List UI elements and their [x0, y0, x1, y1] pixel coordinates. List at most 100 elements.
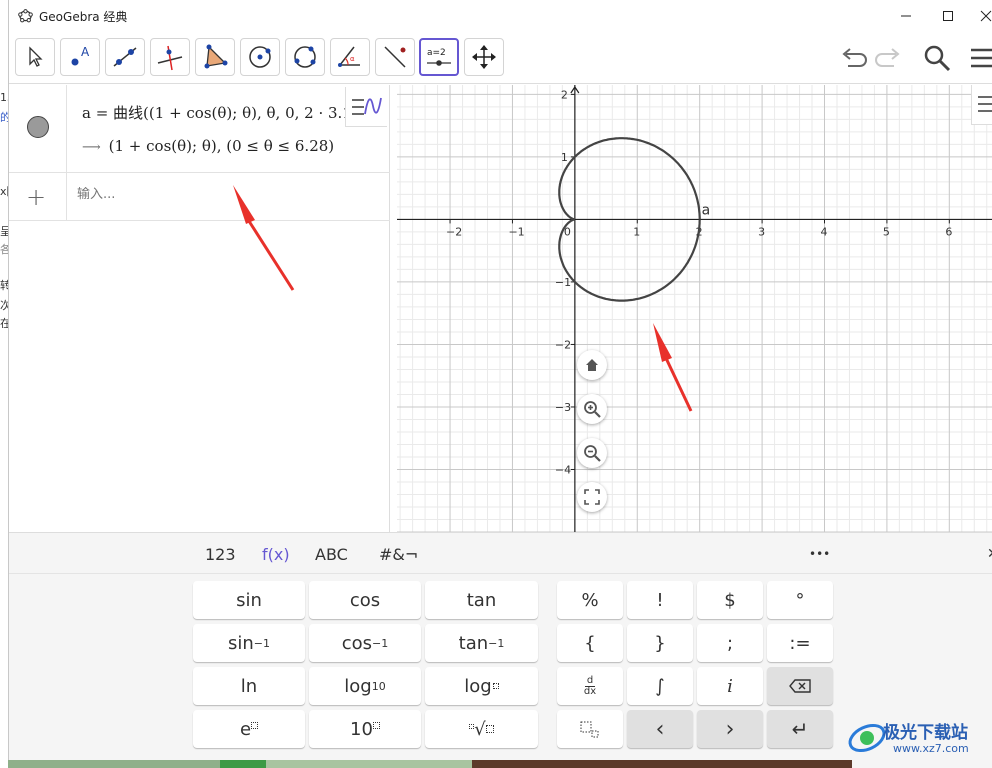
key-subscript[interactable]	[557, 710, 623, 748]
line-tool-button[interactable]	[105, 38, 145, 76]
reflect-tool-button[interactable]	[375, 38, 415, 76]
key-tan[interactable]: tan	[425, 581, 538, 619]
algebra-view: a = 曲线((1 + cos(θ); θ), θ, 0, 2 · 3.14) …	[9, 85, 390, 532]
key-arccos[interactable]: cos −1	[309, 624, 421, 662]
ellipse-tool-button[interactable]	[285, 38, 325, 76]
zoom-in-icon	[584, 401, 601, 418]
key-arccos-label: cos	[341, 632, 373, 654]
key-log10-label: log	[344, 675, 372, 697]
key-factorial[interactable]: !	[627, 581, 693, 619]
move-graphics-icon	[472, 45, 496, 69]
y-tick-label: 2	[561, 88, 568, 101]
tab-abc[interactable]: ABC	[315, 545, 348, 564]
key-logb[interactable]: log	[425, 667, 538, 705]
search-button[interactable]	[921, 42, 953, 74]
key-derivative[interactable]: d dx	[557, 667, 623, 705]
menu-button[interactable]	[965, 42, 992, 74]
zoom-out-icon	[584, 445, 601, 462]
graphics-view[interactable]: −2 −1 0 1 2 3 4 5 6 2 1 −1 −2 −3 −4 a	[397, 85, 992, 532]
key-enter[interactable]: ↵	[767, 710, 833, 748]
visibility-toggle[interactable]	[27, 116, 49, 138]
keyboard-tab-bar: 123 f(x) ABC #&¬ ••• ✕	[9, 532, 992, 574]
tab-123[interactable]: 123	[205, 545, 236, 564]
home-icon	[586, 359, 598, 371]
key-assign[interactable]: :=	[767, 624, 833, 662]
key-arctan[interactable]: tan −1	[425, 624, 538, 662]
key-pow10[interactable]: 10	[309, 710, 421, 748]
algebra-input[interactable]	[77, 187, 367, 202]
algebra-row-curve[interactable]: a = 曲线((1 + cos(θ); θ), θ, 0, 2 · 3.14) …	[9, 85, 390, 173]
key-arcsin-exp: −1	[253, 636, 270, 650]
key-semicolon[interactable]: ;	[697, 624, 763, 662]
tab-symbols[interactable]: #&¬	[379, 545, 418, 564]
value-arrow-icon: ⟶	[82, 140, 101, 155]
coordinate-plane[interactable]: −2 −1 0 1 2 3 4 5 621−1−2−3−4 a	[397, 85, 992, 532]
undo-button[interactable]	[837, 42, 869, 74]
placeholder-box-icon	[251, 721, 259, 729]
point-tool-button[interactable]: A	[60, 38, 100, 76]
toolbar: A α a=2	[9, 32, 992, 84]
key-nthroot[interactable]: √	[425, 710, 538, 748]
curve-definition[interactable]: a = 曲线((1 + cos(θ); θ), θ, 0, 2 · 3.14)	[82, 102, 379, 123]
bg-text-6: 转	[0, 279, 8, 292]
key-backspace[interactable]	[767, 667, 833, 705]
minimize-button[interactable]	[891, 4, 921, 28]
key-degree[interactable]: °	[767, 581, 833, 619]
taskbar-fragment	[8, 760, 992, 768]
plus-icon[interactable]: +	[26, 183, 46, 211]
key-cursor-left[interactable]: ‹	[627, 710, 693, 748]
key-right-brace[interactable]: }	[627, 624, 693, 662]
y-tick-label: 1	[561, 151, 568, 164]
graphics-style-button[interactable]	[971, 85, 992, 125]
algebra-input-row[interactable]: +	[9, 173, 390, 221]
fullscreen-button[interactable]	[577, 482, 607, 512]
tab-fx[interactable]: f(x)	[262, 545, 290, 564]
undo-icon	[842, 48, 867, 67]
x-tick-label: 5	[883, 225, 890, 238]
close-button[interactable]	[971, 4, 992, 28]
home-view-button[interactable]	[577, 350, 607, 380]
slider-tool-button[interactable]: a=2	[419, 38, 459, 76]
perpendicular-tool-button[interactable]	[150, 38, 190, 76]
curve-label[interactable]: a	[702, 202, 711, 218]
key-ln[interactable]: ln	[193, 667, 305, 705]
minor-grid	[397, 85, 992, 532]
x-tick-label: 6	[945, 225, 952, 238]
algebra-style-button[interactable]	[345, 87, 387, 127]
more-options-icon[interactable]: •••	[809, 547, 830, 561]
polygon-tool-button[interactable]	[195, 38, 235, 76]
bg-text-1: 13	[0, 91, 8, 104]
key-arccos-exp: −1	[372, 636, 389, 650]
key-log10[interactable]: log 10	[309, 667, 421, 705]
curve-value: ⟶ (1 + cos(θ); θ), (0 ≤ θ ≤ 6.28)	[82, 137, 334, 155]
zoom-in-button[interactable]	[577, 394, 607, 424]
maximize-button[interactable]	[933, 4, 963, 28]
circle-tool-button[interactable]	[240, 38, 280, 76]
key-arcsin[interactable]: sin −1	[193, 624, 305, 662]
watermark: 极光下载站 www.xz7.com	[841, 708, 992, 768]
key-percent[interactable]: %	[557, 581, 623, 619]
zoom-out-button[interactable]	[577, 438, 607, 468]
key-left-brace[interactable]: {	[557, 624, 623, 662]
key-integral[interactable]: ∫	[627, 667, 693, 705]
keyboard-close-icon[interactable]: ✕	[987, 546, 992, 562]
curve-value-text: (1 + cos(θ); θ), (0 ≤ θ ≤ 6.28)	[108, 137, 335, 155]
bg-text-4: 呈	[0, 225, 8, 238]
x-tick-label: 3	[758, 225, 765, 238]
move-graphics-tool-button[interactable]	[464, 38, 504, 76]
key-cos[interactable]: cos	[309, 581, 421, 619]
move-tool-button[interactable]	[15, 38, 55, 76]
redo-button[interactable]	[873, 42, 905, 74]
key-logb-label: log	[464, 675, 492, 697]
key-imaginary[interactable]: i	[697, 667, 763, 705]
fullscreen-icon	[584, 489, 600, 505]
key-exp[interactable]: e	[193, 710, 305, 748]
bg-text-3: x阿	[0, 185, 8, 198]
key-sin[interactable]: sin	[193, 581, 305, 619]
key-dollar[interactable]: $	[697, 581, 763, 619]
key-cursor-right[interactable]: ›	[697, 710, 763, 748]
geogebra-window: GeoGebra 经典 A α a=2 a = 曲线((1 + cos(θ); …	[8, 0, 992, 768]
angle-tool-button[interactable]: α	[330, 38, 370, 76]
slider-tool-label: a=2	[427, 48, 446, 58]
minimize-icon	[901, 15, 911, 17]
